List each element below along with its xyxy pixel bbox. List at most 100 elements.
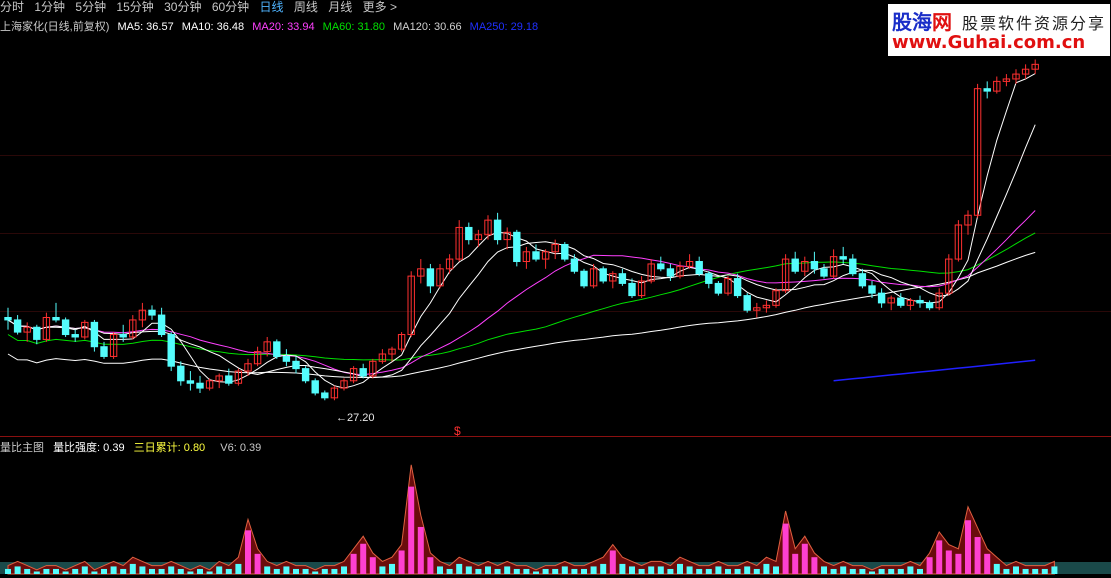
volume-ratio-bar — [417, 526, 424, 574]
volume-ratio-bar — [139, 566, 146, 574]
candle-down — [167, 334, 175, 367]
candle-down — [916, 299, 924, 304]
volume-ratio-bar — [792, 553, 799, 574]
candle-down — [570, 258, 579, 272]
candle-down — [186, 380, 195, 384]
candle-down — [513, 231, 521, 263]
candle-down — [273, 341, 281, 357]
candle-down — [695, 261, 703, 275]
volume-ratio-bar — [14, 566, 21, 574]
volume-ratio-bar — [465, 566, 472, 574]
volume-ratio-bar — [120, 568, 127, 574]
volume-ratio-bar — [773, 566, 779, 574]
candle-down — [743, 295, 751, 311]
volume-ratio-bar — [475, 568, 482, 574]
volume-ratio-bar — [629, 566, 635, 574]
volume-ratio-bar — [677, 563, 683, 574]
ma10-line — [7, 124, 1036, 379]
volume-ratio-bar — [715, 566, 722, 574]
volume-ratio-bar — [456, 563, 463, 574]
candle-down — [301, 368, 310, 382]
volume-ratio-bar — [955, 553, 962, 574]
low-price-label: ←27.20 — [336, 412, 375, 424]
volume-ratio-bar — [849, 568, 856, 574]
candle-down — [532, 251, 540, 260]
volume-ratio-bar — [408, 486, 415, 574]
volume-ratio-bar — [341, 566, 347, 574]
candle-down — [177, 365, 185, 382]
volume-ratio-bar — [744, 566, 751, 574]
volume-ratio-bar — [878, 568, 885, 574]
volume-ratio-bar — [283, 566, 290, 574]
candle-down — [877, 292, 886, 304]
volume-ratio-bar — [581, 568, 587, 574]
candle-down — [157, 314, 166, 336]
candle-down — [493, 219, 502, 241]
candle-down — [810, 261, 819, 270]
volume-ratio-bar — [993, 563, 1000, 574]
volume-ratio-bar — [513, 568, 520, 574]
candlestick-chart[interactable] — [0, 0, 1111, 436]
candle-down — [148, 309, 156, 316]
volume-ratio-bar — [158, 568, 165, 574]
volume-ratio-bar — [101, 568, 107, 574]
volume-ratio-bar — [321, 568, 328, 574]
volume-ratio-bar — [177, 568, 184, 574]
candle-down — [983, 88, 991, 92]
volume-ratio-bar — [245, 530, 251, 574]
volume-ratio-bar — [1022, 568, 1029, 574]
candle-down — [868, 285, 876, 294]
volume-ratio-bar — [1041, 568, 1048, 574]
candle-down — [733, 278, 742, 297]
volume-ratio-bar — [945, 550, 952, 574]
volume-ratio-bar — [1013, 566, 1019, 574]
volume-ratio-bar — [254, 553, 261, 574]
candle-down — [52, 317, 60, 321]
volume-ratio-bar — [590, 566, 597, 574]
volume-ratio-bar — [648, 566, 655, 574]
volume-ratio-bar — [168, 566, 175, 574]
volume-ratio-bar — [667, 568, 674, 574]
candle-down — [580, 270, 588, 287]
volume-ratio-bar — [897, 568, 904, 574]
candle-down — [820, 268, 828, 277]
candle-down — [839, 256, 847, 260]
volume-ratio-bar — [504, 566, 511, 574]
volume-ratio-bar — [734, 568, 741, 574]
volume-ratio-bar — [801, 543, 808, 574]
candle-down — [599, 268, 607, 282]
volume-ratio-bar — [369, 557, 376, 574]
candle-down — [714, 282, 723, 294]
candle-down — [657, 263, 665, 270]
volume-ratio-bar — [485, 566, 491, 574]
volume-ratio-bar — [235, 563, 242, 574]
volume-ratio-bar — [753, 568, 760, 574]
candle-down — [292, 360, 300, 370]
volume-ratio-bar — [609, 550, 616, 574]
volume-ratio-bar — [523, 568, 530, 574]
volume-ratio-bar — [293, 568, 299, 574]
candle-down — [925, 302, 934, 309]
candle-down — [426, 268, 435, 287]
candle-down — [897, 297, 905, 306]
volume-ratio-bar — [725, 568, 731, 574]
volume-ratio-bar — [43, 568, 50, 574]
candle-down — [119, 334, 127, 338]
volume-ratio-bar — [830, 568, 837, 574]
candle-down — [561, 243, 569, 260]
volume-ratio-bar — [840, 566, 847, 574]
volume-ratio-bar — [350, 553, 357, 574]
volume-ratio-bar — [312, 571, 319, 574]
volume-ratio-bar — [149, 568, 155, 574]
volume-ratio-chart[interactable] — [0, 452, 1111, 578]
volume-ratio-bar — [686, 566, 693, 574]
volume-ratio-bar — [360, 543, 367, 574]
ma250-line — [833, 359, 1036, 382]
volume-ratio-bar — [437, 566, 443, 574]
volume-ratio-bar — [5, 568, 11, 574]
volume-ratio-bar — [62, 571, 69, 574]
volume-ratio-bar — [917, 568, 923, 574]
candle-down — [858, 273, 867, 287]
volume-ratio-bar — [1051, 566, 1058, 574]
volume-ratio-bar — [206, 571, 213, 574]
